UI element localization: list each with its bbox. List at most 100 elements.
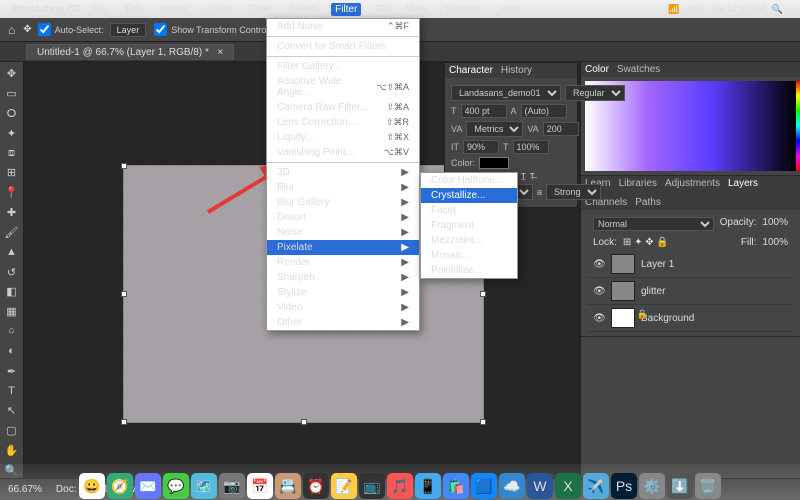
transform-handle[interactable] <box>480 419 486 425</box>
dock-app-icon[interactable]: 😀 <box>79 473 105 499</box>
opacity-value[interactable]: 100% <box>762 217 788 231</box>
filter-other[interactable]: Other▶ <box>267 315 419 330</box>
filter-stylize[interactable]: Stylize▶ <box>267 285 419 300</box>
tab-swatches[interactable]: Swatches <box>617 64 660 75</box>
stamp-tool-icon[interactable]: ▲ <box>3 244 21 260</box>
dock-app-icon[interactable]: 💬 <box>163 473 189 499</box>
filter-video[interactable]: Video▶ <box>267 300 419 315</box>
wand-tool-icon[interactable]: ✦ <box>3 125 21 141</box>
pixelate-facet[interactable]: Facet <box>421 203 517 218</box>
font-family-select[interactable]: Landasans_demo01 <box>451 85 561 101</box>
tab-history[interactable]: History <box>501 65 532 76</box>
dock-app-icon[interactable]: 🟦 <box>471 473 497 499</box>
layer-row[interactable]: 👁Layer 1 <box>587 251 794 278</box>
crop-tool-icon[interactable]: ⧈ <box>3 145 21 161</box>
filter-sharpen[interactable]: Sharpen▶ <box>267 270 419 285</box>
blur-tool-icon[interactable]: ○ <box>3 324 21 340</box>
filter-pixelate[interactable]: Pixelate▶ <box>267 240 419 255</box>
menu-select[interactable]: Select <box>285 3 321 16</box>
transform-handle[interactable] <box>301 419 307 425</box>
filter-vanishing[interactable]: Vanishing Point...⌥⌘V <box>267 145 419 160</box>
visibility-icon[interactable]: 👁 <box>593 259 605 270</box>
brush-tool-icon[interactable]: 🖌 <box>3 225 21 241</box>
gradient-tool-icon[interactable]: ▦ <box>3 304 21 320</box>
menu-type[interactable]: Type <box>246 3 276 16</box>
menu-layer[interactable]: Layer <box>203 3 236 16</box>
dock-app-icon[interactable]: 🎵 <box>387 473 413 499</box>
menu-filter[interactable]: Filter <box>331 3 361 16</box>
transform-handle[interactable] <box>480 291 486 297</box>
hand-tool-icon[interactable]: ✋ <box>3 442 21 458</box>
fill-value[interactable]: 100% <box>762 237 788 248</box>
dock-app-icon[interactable]: ⬇️ <box>667 473 693 499</box>
eyedropper-icon[interactable]: 📍 <box>3 185 21 201</box>
filter-blur-gallery[interactable]: Blur Gallery▶ <box>267 195 419 210</box>
hscale-input[interactable] <box>513 140 549 154</box>
type-tool-icon[interactable]: T <box>3 383 21 399</box>
frame-tool-icon[interactable]: ⊞ <box>3 165 21 181</box>
dock-app-icon[interactable]: 📅 <box>247 473 273 499</box>
autoselect-checkbox[interactable] <box>38 23 51 36</box>
dock-app-icon[interactable]: 🧭 <box>107 473 133 499</box>
path-tool-icon[interactable]: ↖ <box>3 403 21 419</box>
dock-app-icon[interactable]: 📱 <box>415 473 441 499</box>
dock-app-icon[interactable]: 📺 <box>359 473 385 499</box>
menu-help[interactable]: Help <box>495 3 524 16</box>
filter-liquify[interactable]: Liquify...⇧⌘X <box>267 130 419 145</box>
dock-app-icon[interactable]: 🗑️ <box>695 473 721 499</box>
menu-view[interactable]: View <box>402 3 432 16</box>
text-color-swatch[interactable] <box>479 157 509 169</box>
move-tool-icon[interactable]: ✥ <box>3 66 21 82</box>
dodge-tool-icon[interactable]: ◐ <box>3 343 21 359</box>
tracking-input[interactable] <box>543 122 579 136</box>
dock-app-icon[interactable]: W <box>527 473 553 499</box>
status-wifi-icon[interactable]: 📶 <box>668 4 679 15</box>
dock-app-icon[interactable]: ✈️ <box>583 473 609 499</box>
layer-row[interactable]: 👁Background <box>587 305 794 332</box>
menu-window[interactable]: Window <box>442 3 486 16</box>
close-tab-icon[interactable]: × <box>217 47 223 58</box>
filter-last[interactable]: Add Noise⌃⌘F <box>267 19 419 34</box>
tab-color[interactable]: Color <box>585 64 609 75</box>
font-size-input[interactable] <box>461 104 507 118</box>
menu-list-icon[interactable]: ≡ <box>789 4 794 14</box>
eraser-tool-icon[interactable]: ◧ <box>3 284 21 300</box>
filter-lens[interactable]: Lens Correction...⇧⌘R <box>267 115 419 130</box>
dock-app-icon[interactable]: Ps <box>611 473 637 499</box>
tab-libraries[interactable]: Libraries <box>619 178 657 189</box>
transform-handle[interactable] <box>121 291 127 297</box>
filter-3d[interactable]: 3D▶ <box>267 165 419 180</box>
autoselect-dropdown[interactable]: Layer <box>110 23 147 37</box>
spotlight-icon[interactable]: 🔍 <box>772 4 783 15</box>
dock-app-icon[interactable]: 🗺️ <box>191 473 217 499</box>
blend-mode-select[interactable]: Normal <box>593 217 714 231</box>
pixelate-mezzotint[interactable]: Mezzotint... <box>421 233 517 248</box>
transform-handle[interactable] <box>121 163 127 169</box>
pixelate-mosaic[interactable]: Mosaic... <box>421 248 517 263</box>
tab-paths[interactable]: Paths <box>635 197 661 208</box>
document-tab[interactable]: Untitled-1 @ 66.7% (Layer 1, RGB/8) * × <box>26 44 234 60</box>
filter-gallery[interactable]: Filter Gallery... <box>267 59 419 74</box>
font-style-select[interactable]: Regular <box>565 85 625 101</box>
tab-layers[interactable]: Layers <box>728 178 758 189</box>
lock-icons[interactable]: ⊞ ✦ ✥ 🔒 <box>623 237 669 248</box>
lasso-tool-icon[interactable]: ⵔ <box>3 106 21 122</box>
shape-tool-icon[interactable]: ▢ <box>3 423 21 439</box>
kerning-select[interactable]: Metrics <box>466 121 523 137</box>
filter-camera-raw[interactable]: Camera Raw Filter...⇧⌘A <box>267 100 419 115</box>
filter-distort[interactable]: Distort▶ <box>267 210 419 225</box>
dock-app-icon[interactable]: ☁️ <box>499 473 525 499</box>
visibility-icon[interactable]: 👁 <box>593 313 605 324</box>
leading-input[interactable] <box>521 104 567 118</box>
filter-noise[interactable]: Noise▶ <box>267 225 419 240</box>
dock-app-icon[interactable]: 📇 <box>275 473 301 499</box>
filter-blur[interactable]: Blur▶ <box>267 180 419 195</box>
tab-adjustments[interactable]: Adjustments <box>665 178 720 189</box>
pixelate-color-halftone[interactable]: Color Halftone... <box>421 173 517 188</box>
showcontrols-checkbox[interactable] <box>154 23 167 36</box>
marquee-tool-icon[interactable]: ▭ <box>3 86 21 102</box>
dock-app-icon[interactable]: ✉️ <box>135 473 161 499</box>
dock-app-icon[interactable]: ⚙️ <box>639 473 665 499</box>
menu-file[interactable]: File <box>87 3 111 16</box>
dock-app-icon[interactable]: 🛍️ <box>443 473 469 499</box>
